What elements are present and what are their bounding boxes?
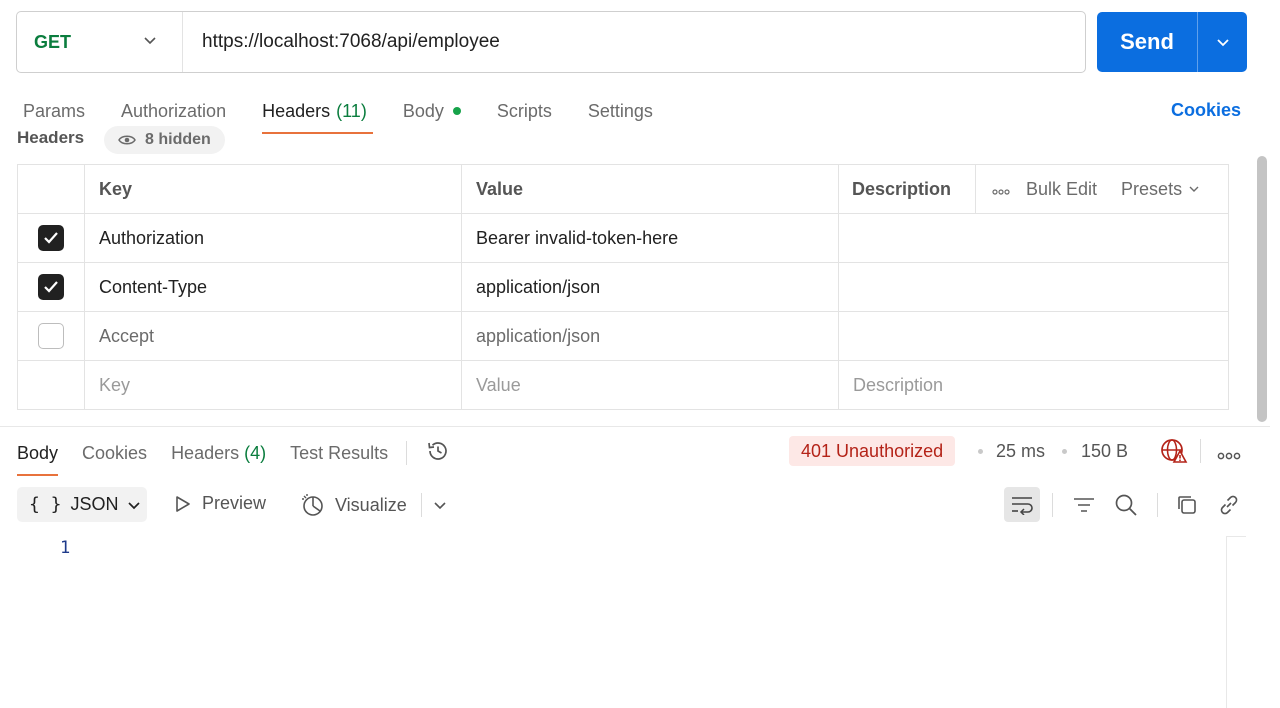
pane-divider[interactable] bbox=[0, 426, 1270, 427]
network-warning-icon[interactable] bbox=[1160, 438, 1188, 469]
url-bar: GET https://localhost:7068/api/employee bbox=[16, 11, 1086, 73]
eye-icon bbox=[118, 135, 136, 145]
tab-body[interactable]: Body bbox=[403, 96, 461, 126]
headers-section-title: Headers bbox=[17, 128, 85, 147]
headers-table: Key Value Description Bulk Edit Presets … bbox=[17, 164, 1229, 410]
cookies-link[interactable]: Cookies bbox=[1171, 100, 1241, 121]
new-key-input[interactable]: Key bbox=[85, 361, 462, 409]
method-select[interactable]: GET bbox=[17, 12, 183, 72]
chevron-down-icon bbox=[127, 501, 140, 509]
headers-count: (11) bbox=[336, 100, 367, 121]
more-options-icon[interactable] bbox=[992, 179, 1010, 200]
send-button[interactable]: Send bbox=[1097, 29, 1197, 55]
chevron-down-icon bbox=[1189, 186, 1199, 192]
header-enabled-checkbox[interactable] bbox=[38, 225, 64, 251]
play-icon bbox=[176, 495, 190, 512]
header-description-cell[interactable] bbox=[839, 263, 1228, 311]
tab-authorization[interactable]: Authorization bbox=[121, 96, 226, 126]
table-tools: Bulk Edit Presets bbox=[976, 179, 1228, 200]
chevron-down-icon bbox=[1216, 39, 1229, 47]
filter-icon[interactable] bbox=[1070, 491, 1098, 519]
chevron-down-icon bbox=[434, 502, 446, 510]
toolbar-separator bbox=[1200, 439, 1201, 463]
visualize-icon bbox=[302, 494, 323, 516]
toolbar-separator bbox=[1157, 493, 1158, 517]
header-description-cell[interactable] bbox=[839, 214, 1228, 262]
header-description-cell[interactable] bbox=[839, 312, 1228, 360]
wrap-lines-icon bbox=[1012, 496, 1033, 515]
tabs-separator bbox=[406, 441, 408, 465]
visualize-button[interactable]: Visualize bbox=[301, 493, 407, 517]
header-enabled-checkbox[interactable] bbox=[38, 274, 64, 300]
response-tab-cookies[interactable]: Cookies bbox=[82, 443, 147, 464]
checkmark-icon bbox=[44, 232, 58, 244]
response-tab-headers[interactable]: Headers (4) bbox=[171, 443, 266, 464]
table-header-row: Key Value Description Bulk Edit Presets bbox=[18, 165, 1228, 214]
history-icon[interactable] bbox=[425, 438, 451, 469]
method-label: GET bbox=[34, 31, 72, 52]
toolbar-separator bbox=[1052, 493, 1053, 517]
table-row: Accept application/json bbox=[18, 312, 1228, 361]
format-label: JSON bbox=[70, 494, 119, 514]
body-indicator-dot bbox=[452, 107, 461, 115]
link-icon[interactable] bbox=[1215, 491, 1243, 519]
presets-dropdown[interactable]: Presets bbox=[1121, 179, 1200, 200]
bulk-edit-button[interactable]: Bulk Edit bbox=[1026, 179, 1097, 200]
header-enabled-checkbox[interactable] bbox=[38, 323, 64, 349]
toolbar-separator bbox=[421, 493, 422, 517]
wrap-lines-button[interactable] bbox=[1004, 487, 1040, 522]
hidden-headers-label: 8 hidden bbox=[145, 131, 211, 148]
preview-button[interactable]: Preview bbox=[174, 493, 266, 514]
tab-headers[interactable]: Headers (11) bbox=[262, 96, 373, 134]
new-value-input[interactable]: Value bbox=[462, 361, 839, 409]
header-key-cell[interactable]: Content-Type bbox=[85, 263, 462, 311]
url-input[interactable]: https://localhost:7068/api/employee bbox=[183, 31, 500, 53]
editor-minimap-border bbox=[1226, 536, 1227, 708]
table-row: Authorization Bearer invalid-token-here bbox=[18, 214, 1228, 263]
meta-separator-dot bbox=[978, 449, 983, 454]
send-options-button[interactable] bbox=[1198, 34, 1247, 50]
tab-settings[interactable]: Settings bbox=[588, 96, 653, 126]
header-key-cell[interactable]: Authorization bbox=[85, 214, 462, 262]
response-size[interactable]: 150 B bbox=[1081, 441, 1128, 462]
vertical-scrollbar[interactable] bbox=[1257, 156, 1267, 422]
braces-icon: { } bbox=[29, 494, 62, 515]
line-number: 1 bbox=[60, 538, 71, 558]
header-value-cell[interactable]: Bearer invalid-token-here bbox=[462, 214, 839, 262]
response-tabs: Body Cookies Headers (4) Test Results bbox=[17, 438, 451, 476]
meta-separator-dot bbox=[1062, 449, 1067, 454]
copy-icon[interactable] bbox=[1173, 491, 1201, 519]
response-time[interactable]: 25 ms bbox=[996, 441, 1045, 462]
key-column-header: Key bbox=[85, 165, 462, 213]
visualize-options-chevron[interactable] bbox=[432, 497, 448, 518]
header-value-cell[interactable]: application/json bbox=[462, 312, 839, 360]
response-tab-test-results[interactable]: Test Results bbox=[290, 443, 388, 464]
new-header-row: Key Value Description bbox=[18, 361, 1228, 409]
chevron-down-icon bbox=[142, 32, 158, 53]
description-column-header: Description Bulk Edit Presets bbox=[839, 165, 1228, 213]
tab-scripts[interactable]: Scripts bbox=[497, 96, 552, 126]
value-column-header: Value bbox=[462, 165, 839, 213]
header-key-cell[interactable]: Accept bbox=[85, 312, 462, 360]
check-column-header bbox=[18, 165, 85, 213]
status-badge[interactable]: 401 Unauthorized bbox=[789, 436, 956, 466]
checkmark-icon bbox=[44, 281, 58, 293]
editor-minimap-border bbox=[1226, 536, 1246, 537]
send-button-group: Send bbox=[1097, 12, 1247, 72]
hidden-headers-toggle[interactable]: 8 hidden bbox=[104, 126, 225, 154]
search-icon[interactable] bbox=[1112, 491, 1140, 519]
new-description-input[interactable]: Description bbox=[839, 361, 1228, 409]
header-value-cell[interactable]: application/json bbox=[462, 263, 839, 311]
format-select[interactable]: { } JSON bbox=[17, 487, 147, 522]
more-options-icon[interactable] bbox=[1217, 445, 1241, 466]
response-tab-body[interactable]: Body bbox=[17, 443, 59, 476]
tab-params[interactable]: Params bbox=[23, 96, 85, 126]
table-row: Content-Type application/json bbox=[18, 263, 1228, 312]
